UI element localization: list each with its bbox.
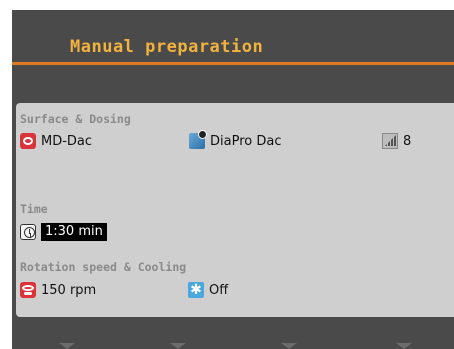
dosing-setting[interactable]: DiaPro Dac: [189, 130, 282, 149]
disc-icon: [20, 133, 36, 149]
settings-panel: Surface & Dosing MD-Dac DiaPro Dac 8 Tim…: [16, 103, 454, 317]
softkey-4-indicator[interactable]: [396, 343, 412, 349]
rotation-speed-value: 150 rpm: [41, 282, 97, 298]
dosing-level-value: 8: [403, 133, 412, 149]
softkey-3-indicator[interactable]: [281, 343, 297, 349]
surface-dosing-heading: Surface & Dosing: [20, 112, 131, 126]
page-title: Manual preparation: [70, 37, 264, 57]
surface-setting[interactable]: MD-Dac: [20, 133, 92, 149]
snowflake-icon: ✱: [188, 282, 204, 298]
rotation-cooling-heading: Rotation speed & Cooling: [20, 260, 187, 274]
level-icon: [382, 133, 398, 149]
dosing-value: DiaPro Dac: [210, 133, 282, 149]
device-screen: Manual preparation Surface & Dosing MD-D…: [12, 10, 454, 349]
softkey-2-indicator[interactable]: [170, 343, 186, 349]
surface-value: MD-Dac: [41, 133, 93, 149]
clock-icon: [20, 224, 36, 240]
time-heading: Time: [20, 202, 48, 216]
cooling-setting[interactable]: ✱ Off: [188, 282, 228, 298]
dosing-level-setting[interactable]: 8: [382, 133, 411, 149]
rotation-icon: [20, 282, 36, 298]
time-setting[interactable]: 1:30 min: [20, 223, 107, 241]
dispenser-icon: [189, 130, 207, 149]
softkey-1-indicator[interactable]: [59, 343, 75, 349]
cooling-value: Off: [209, 282, 229, 298]
time-value: 1:30 min: [41, 223, 107, 241]
rotation-speed-setting[interactable]: 150 rpm: [20, 282, 96, 298]
header-divider: [12, 62, 454, 65]
